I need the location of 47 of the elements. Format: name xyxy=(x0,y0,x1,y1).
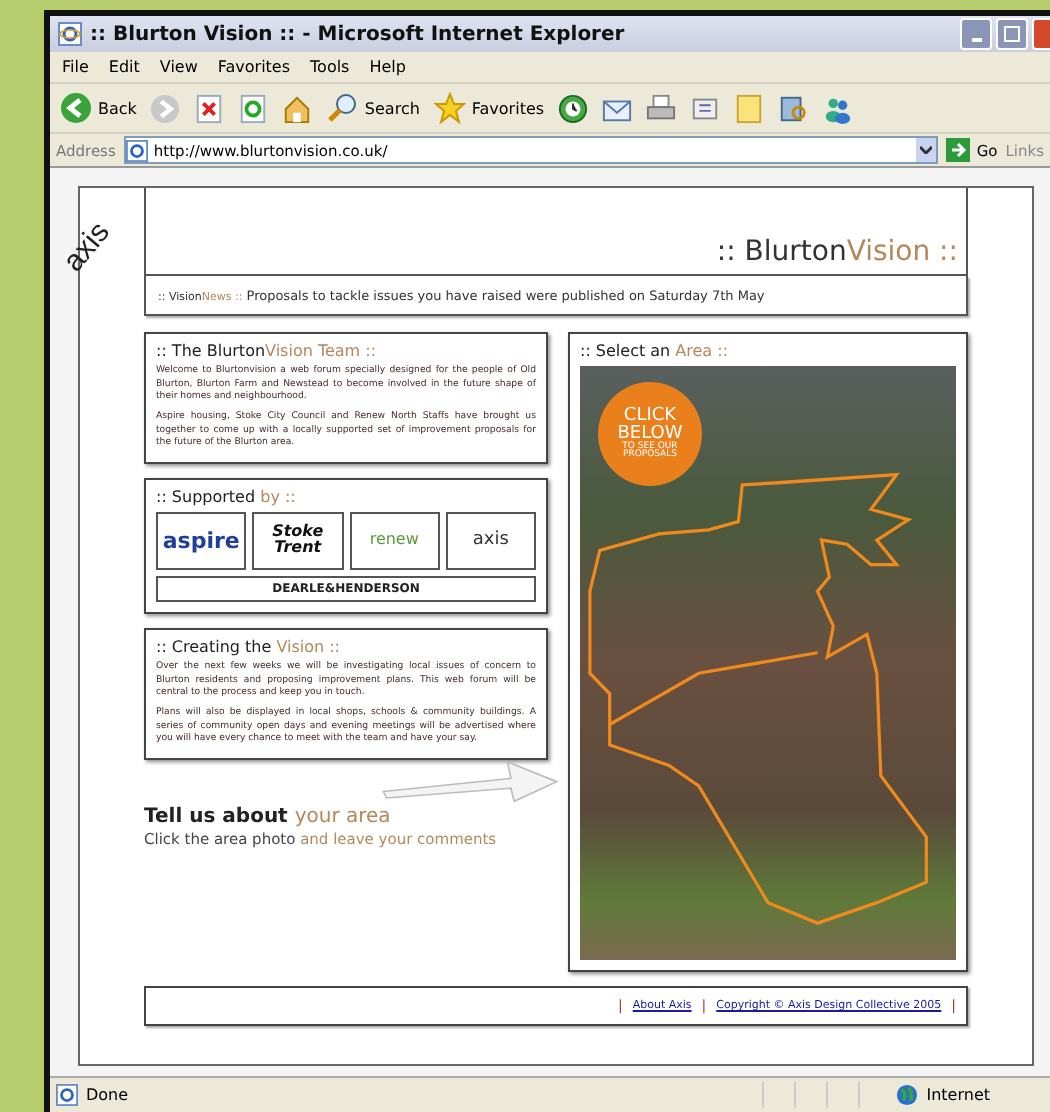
minimize-icon xyxy=(971,38,981,42)
sponsor-logo[interactable]: Stoke Trent xyxy=(252,511,343,570)
maximize-button[interactable] xyxy=(996,18,1028,50)
sponsor-logo[interactable]: axis xyxy=(445,511,536,570)
menu-item[interactable]: File xyxy=(62,58,89,76)
sponsor-logo[interactable]: renew xyxy=(349,511,440,570)
logo: axis xyxy=(58,216,116,278)
badge-text: BELOW xyxy=(617,425,683,443)
card-heading: :: Creating the Vision :: xyxy=(156,637,342,656)
card-heading: :: Supported by :: xyxy=(156,487,298,506)
maximize-icon xyxy=(1002,24,1022,44)
menu-item[interactable]: Tools xyxy=(310,58,350,76)
badge-text: CLICK xyxy=(623,407,677,425)
history-icon[interactable] xyxy=(558,93,589,123)
security-zone: Internet xyxy=(926,1086,992,1104)
caret-icon xyxy=(920,146,933,154)
menu-item[interactable]: View xyxy=(159,58,198,76)
search-icon xyxy=(326,92,359,124)
status-text: Done xyxy=(86,1086,129,1104)
messenger-icon[interactable] xyxy=(822,93,853,123)
research-icon[interactable] xyxy=(778,93,809,123)
minimize-button[interactable] xyxy=(960,18,992,50)
edit-icon[interactable] xyxy=(690,93,721,123)
close-button[interactable] xyxy=(1032,18,1050,50)
star-icon xyxy=(433,92,466,124)
home-icon[interactable] xyxy=(282,93,313,123)
go-arrow-icon xyxy=(946,138,971,162)
menu-item[interactable]: Edit xyxy=(108,58,140,76)
site-title: :: BlurtonVision :: xyxy=(716,236,958,268)
back-button[interactable]: Back xyxy=(60,92,137,124)
dropdown-button[interactable] xyxy=(916,138,937,162)
card-heading: :: Select an Area :: xyxy=(580,342,731,360)
menu-item[interactable]: Favorites xyxy=(217,58,291,76)
print-icon[interactable] xyxy=(646,93,677,123)
window-title: :: Blurton Vision :: - Microsoft Internet Explorer xyxy=(90,23,627,45)
globe-icon xyxy=(896,1084,919,1106)
menu-item[interactable]: Help xyxy=(369,58,406,76)
refresh-icon[interactable] xyxy=(238,93,269,123)
call-to-action-heading: Tell us about your area xyxy=(144,805,393,828)
sponsor-logo[interactable]: aspire xyxy=(156,511,247,570)
favorites-button[interactable]: Favorites xyxy=(433,92,545,124)
page-icon xyxy=(56,1084,78,1106)
browser-icon xyxy=(58,22,82,46)
stop-icon[interactable] xyxy=(194,93,225,123)
search-button[interactable]: Search xyxy=(326,92,420,124)
card-heading: :: The BlurtonVision Team :: xyxy=(156,342,379,360)
page-icon xyxy=(125,139,148,161)
